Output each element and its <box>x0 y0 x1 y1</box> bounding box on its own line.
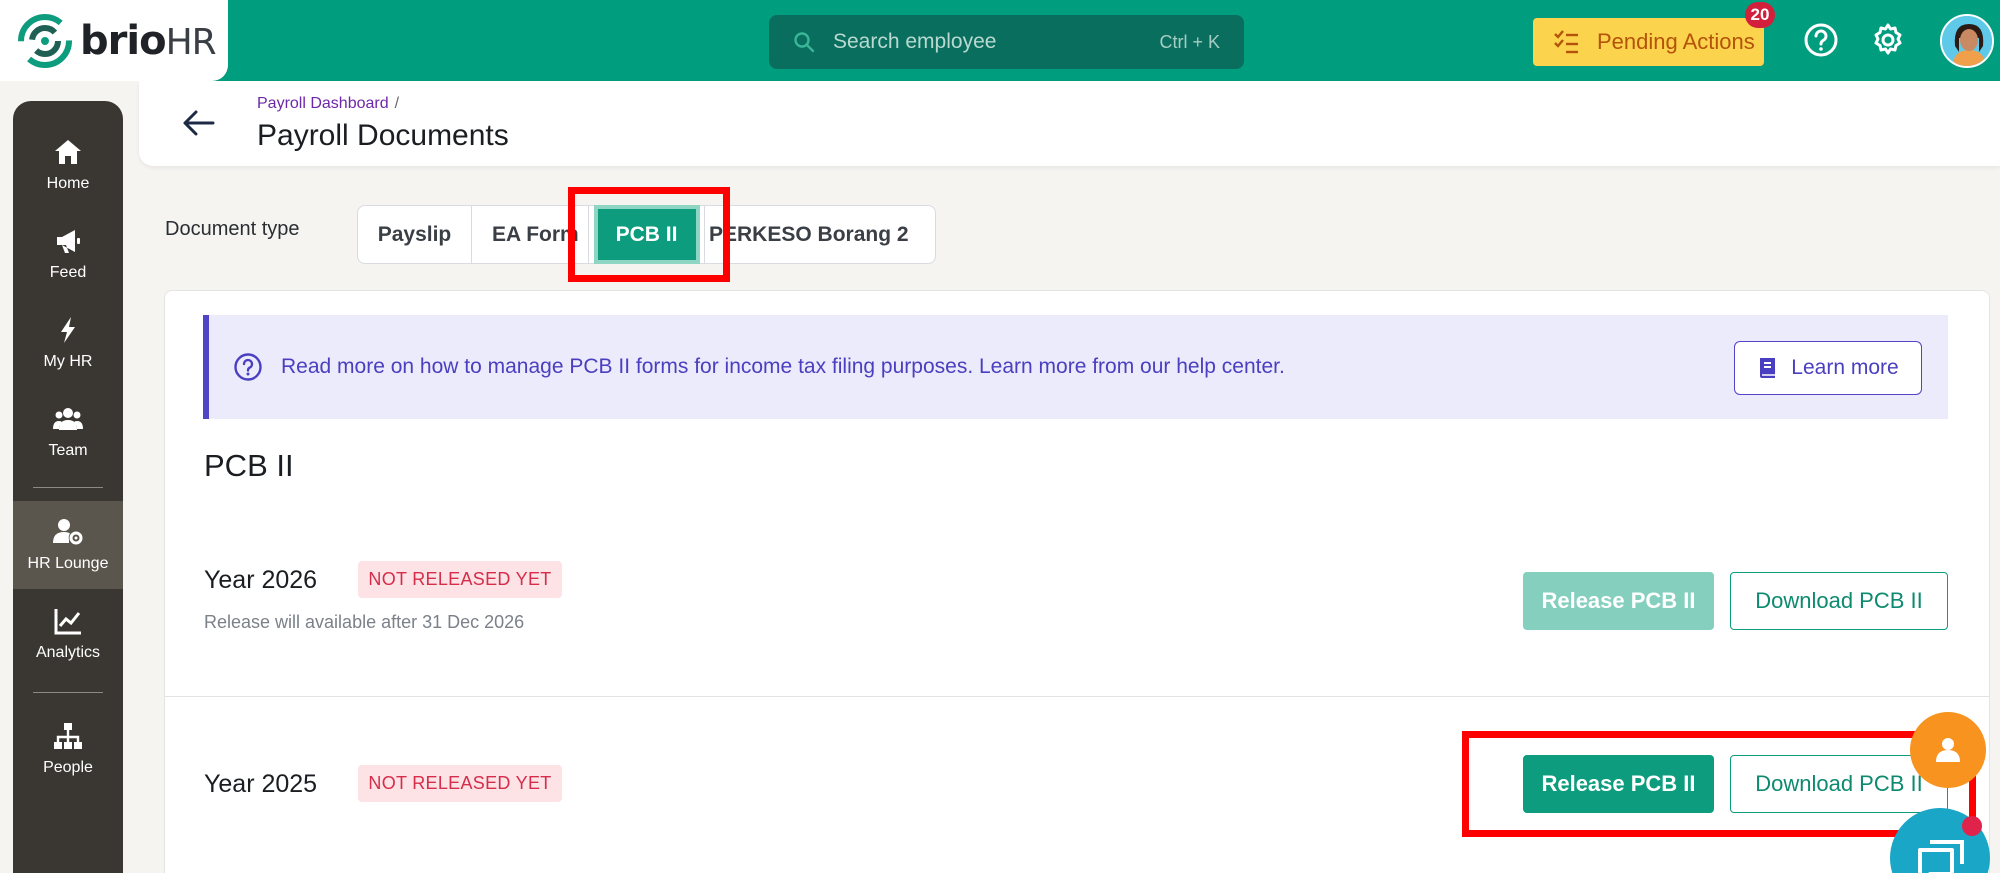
tab-perkeso-borang-2[interactable]: PERKESO Borang 2 <box>705 206 935 263</box>
sidebar-item-label: Home <box>46 175 90 192</box>
user-cog-icon <box>53 519 83 545</box>
breadcrumb-payroll-dashboard[interactable]: Payroll Dashboard <box>257 95 389 112</box>
user-avatar[interactable] <box>1940 14 1994 68</box>
search-placeholder: Search employee <box>833 30 997 53</box>
search-icon <box>794 32 815 53</box>
bolt-icon <box>61 317 75 343</box>
megaphone-icon <box>57 230 80 253</box>
gear-icon[interactable] <box>1870 22 1906 58</box>
download-pcb-ii-2026-button[interactable]: Download PCB II <box>1730 572 1948 630</box>
person-icon <box>1936 738 1960 762</box>
highlight-box-tab <box>568 187 730 282</box>
learn-more-button[interactable]: Learn more <box>1734 341 1922 395</box>
org-chart-icon <box>54 723 82 749</box>
home-icon <box>55 140 81 164</box>
question-circle-icon[interactable] <box>1803 22 1839 58</box>
sidebar-item-label: People <box>43 759 93 776</box>
sidebar-item-label: My HR <box>43 353 93 370</box>
sidebar: Home Feed My HR Team HR Lounge Analytics… <box>13 101 123 873</box>
year-2025-label: Year 2025 <box>204 770 318 798</box>
info-banner: Read more on how to manage PCB II forms … <box>203 315 1948 419</box>
year-2026-label: Year 2026 <box>204 566 318 594</box>
row-divider <box>164 696 1990 697</box>
logo-text: brio <box>80 17 167 64</box>
tab-payslip[interactable]: Payslip <box>358 206 472 263</box>
search-input[interactable]: Search employee Ctrl + K <box>769 15 1244 69</box>
status-badge-2026: NOT RELEASED YET <box>358 561 562 598</box>
document-type-label: Document type <box>165 218 300 240</box>
logo[interactable]: brioHR <box>0 0 228 81</box>
info-banner-text: Read more on how to manage PCB II forms … <box>281 355 1285 378</box>
breadcrumb: Payroll Dashboard / <box>257 95 399 113</box>
sidebar-item-team[interactable]: Team <box>13 388 123 476</box>
sidebar-item-home[interactable]: Home <box>13 121 123 209</box>
sidebar-item-people[interactable]: People <box>13 705 123 793</box>
learn-more-label: Learn more <box>1791 356 1899 379</box>
pending-actions-button[interactable]: Pending Actions <box>1533 18 1764 66</box>
brio-logo-icon <box>18 13 72 68</box>
sidebar-item-label: HR Lounge <box>27 555 109 572</box>
sidebar-item-feed[interactable]: Feed <box>13 210 123 298</box>
sidebar-item-label: Analytics <box>35 644 101 661</box>
logo-text-hr: HR <box>165 21 217 63</box>
sidebar-item-label: Feed <box>49 264 87 281</box>
chat-notification-dot <box>1962 816 1982 836</box>
book-icon <box>1760 358 1776 378</box>
status-badge-2025: NOT RELEASED YET <box>358 765 562 802</box>
release-pcb-ii-2026-button[interactable]: Release PCB II <box>1523 572 1714 630</box>
sidebar-item-hr-lounge[interactable]: HR Lounge <box>13 501 123 589</box>
section-title: PCB II <box>204 448 294 483</box>
assistant-fab[interactable] <box>1910 712 1986 788</box>
sidebar-divider <box>33 487 103 488</box>
chart-line-icon <box>54 609 81 635</box>
page-header: Payroll Dashboard / Payroll Documents <box>139 81 2000 166</box>
users-icon <box>53 408 83 430</box>
sidebar-item-analytics[interactable]: Analytics <box>13 590 123 678</box>
sidebar-item-label: Team <box>48 442 88 459</box>
pending-count-badge: 20 <box>1745 2 1775 28</box>
question-circle-icon <box>234 353 262 381</box>
search-shortcut: Ctrl + K <box>1159 31 1220 52</box>
breadcrumb-separator: / <box>394 95 400 112</box>
pending-actions-label: Pending Actions <box>1597 29 1755 54</box>
page-title: Payroll Documents <box>257 119 509 152</box>
sidebar-item-my-hr[interactable]: My HR <box>13 299 123 387</box>
release-note-2026: Release will available after 31 Dec 2026 <box>204 612 525 632</box>
back-arrow-icon[interactable] <box>179 103 219 143</box>
sidebar-divider <box>33 692 103 693</box>
task-list-icon <box>1554 30 1578 54</box>
